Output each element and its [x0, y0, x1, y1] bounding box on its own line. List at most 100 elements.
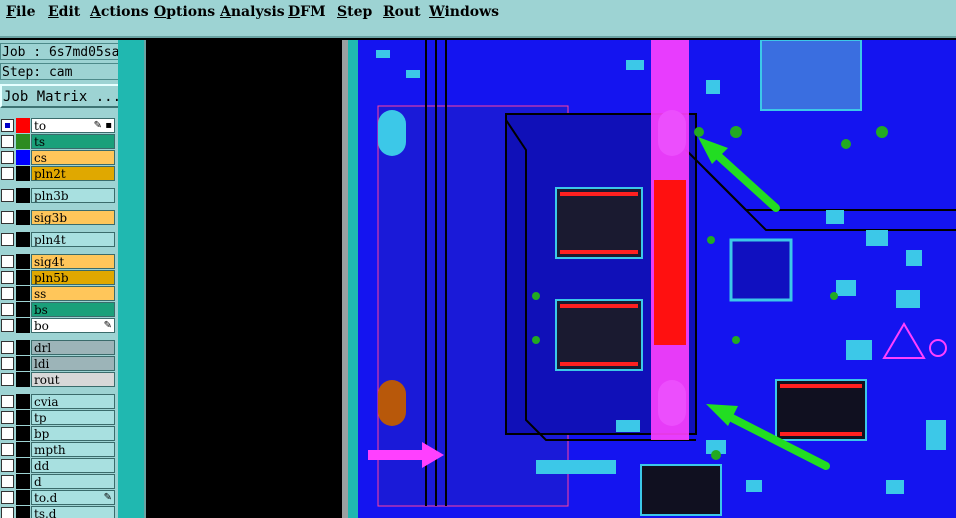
layer-name-label[interactable]: ldi: [31, 356, 115, 371]
layer-checkbox[interactable]: [1, 211, 14, 224]
layer-row-tp[interactable]: tp: [0, 410, 116, 425]
layer-color-swatch[interactable]: [16, 318, 30, 333]
layer-row-mpth[interactable]: mpth: [0, 442, 116, 457]
layer-color-swatch[interactable]: [16, 490, 30, 505]
menu-rout[interactable]: Rout: [381, 3, 423, 23]
layer-row-pln3b[interactable]: pln3b: [0, 188, 116, 203]
layer-row-bs[interactable]: bs: [0, 302, 116, 317]
layer-name-label[interactable]: bp: [31, 426, 115, 441]
layer-name-label[interactable]: to ✎ ▪: [31, 118, 115, 133]
layer-checkbox[interactable]: [1, 233, 14, 246]
layer-name-label[interactable]: mpth: [31, 442, 115, 457]
layer-color-swatch[interactable]: [16, 118, 30, 133]
layer-name-label[interactable]: sig3b: [31, 210, 115, 225]
layer-row-pln2t[interactable]: pln2t: [0, 166, 116, 181]
layer-name-label[interactable]: bo ✎: [31, 318, 115, 333]
menu-actions[interactable]: Actions: [88, 3, 151, 23]
layer-checkbox[interactable]: [1, 119, 14, 132]
layer-name-label[interactable]: cs: [31, 150, 115, 165]
menu-windows[interactable]: Windows: [427, 3, 501, 23]
layer-row-rout[interactable]: rout: [0, 372, 116, 387]
layer-name-label[interactable]: sig4t: [31, 254, 115, 269]
layer-color-swatch[interactable]: [16, 232, 30, 247]
layer-row-cs[interactable]: cs: [0, 150, 116, 165]
layer-color-swatch[interactable]: [16, 356, 30, 371]
layer-name-label[interactable]: drl: [31, 340, 115, 355]
layer-checkbox[interactable]: [1, 411, 14, 424]
layer-name-label[interactable]: bs: [31, 302, 115, 317]
layer-name-label[interactable]: cvia: [31, 394, 115, 409]
layer-name-label[interactable]: pln5b: [31, 270, 115, 285]
layer-name-label[interactable]: ss: [31, 286, 115, 301]
layer-checkbox[interactable]: [1, 459, 14, 472]
menu-options[interactable]: Options: [152, 3, 217, 23]
layer-row-sig3b[interactable]: sig3b: [0, 210, 116, 225]
layer-color-swatch[interactable]: [16, 270, 30, 285]
layer-name-label[interactable]: to.d ✎: [31, 490, 115, 505]
layer-checkbox[interactable]: [1, 395, 14, 408]
layer-color-swatch[interactable]: [16, 302, 30, 317]
layer-row-ldi[interactable]: ldi: [0, 356, 116, 371]
layer-row-ts[interactable]: ts: [0, 134, 116, 149]
layer-name-label[interactable]: ts: [31, 134, 115, 149]
layer-checkbox[interactable]: [1, 507, 14, 518]
layer-checkbox[interactable]: [1, 167, 14, 180]
layer-row-bo[interactable]: bo ✎: [0, 318, 116, 333]
layer-name-label[interactable]: rout: [31, 372, 115, 387]
layer-name-label[interactable]: d: [31, 474, 115, 489]
layer-color-swatch[interactable]: [16, 410, 30, 425]
layer-color-swatch[interactable]: [16, 372, 30, 387]
layer-name-label[interactable]: pln2t: [31, 166, 115, 181]
menu-edit[interactable]: Edit: [46, 3, 82, 23]
layer-row-to-d[interactable]: to.d ✎: [0, 490, 116, 505]
layer-color-swatch[interactable]: [16, 442, 30, 457]
layer-row-ts-d[interactable]: ts.d: [0, 506, 116, 518]
layer-name-label[interactable]: dd: [31, 458, 115, 473]
layer-name-label[interactable]: tp: [31, 410, 115, 425]
layer-color-swatch[interactable]: [16, 474, 30, 489]
menu-analysis[interactable]: Analysis: [218, 3, 287, 23]
layer-row-drl[interactable]: drl: [0, 340, 116, 355]
layer-checkbox[interactable]: [1, 427, 14, 440]
layer-color-swatch[interactable]: [16, 134, 30, 149]
layer-checkbox[interactable]: [1, 341, 14, 354]
layer-color-swatch[interactable]: [16, 506, 30, 518]
layer-row-bp[interactable]: bp: [0, 426, 116, 441]
layer-checkbox[interactable]: [1, 135, 14, 148]
layer-checkbox[interactable]: [1, 287, 14, 300]
menu-file[interactable]: File: [4, 3, 38, 23]
layer-row-pln5b[interactable]: pln5b: [0, 270, 116, 285]
layer-checkbox[interactable]: [1, 151, 14, 164]
layer-row-pln4t[interactable]: pln4t: [0, 232, 116, 247]
layer-checkbox[interactable]: [1, 491, 14, 504]
layer-checkbox[interactable]: [1, 373, 14, 386]
menu-step[interactable]: Step: [335, 3, 374, 23]
layer-row-sig4t[interactable]: sig4t: [0, 254, 116, 269]
panel-splitter[interactable]: [118, 40, 144, 518]
layer-color-swatch[interactable]: [16, 150, 30, 165]
layer-checkbox[interactable]: [1, 189, 14, 202]
layer-checkbox[interactable]: [1, 357, 14, 370]
layer-color-swatch[interactable]: [16, 458, 30, 473]
layer-color-swatch[interactable]: [16, 286, 30, 301]
layer-color-swatch[interactable]: [16, 210, 30, 225]
layer-row-ss[interactable]: ss: [0, 286, 116, 301]
layer-color-swatch[interactable]: [16, 394, 30, 409]
layer-name-label[interactable]: pln4t: [31, 232, 115, 247]
layer-color-swatch[interactable]: [16, 188, 30, 203]
layer-checkbox[interactable]: [1, 255, 14, 268]
layer-checkbox[interactable]: [1, 319, 14, 332]
layer-row-cvia[interactable]: cvia: [0, 394, 116, 409]
layer-checkbox[interactable]: [1, 303, 14, 316]
layer-color-swatch[interactable]: [16, 254, 30, 269]
layer-checkbox[interactable]: [1, 271, 14, 284]
layer-row-dd[interactable]: dd: [0, 458, 116, 473]
pcb-board-view[interactable]: [146, 40, 956, 518]
layer-color-swatch[interactable]: [16, 426, 30, 441]
layer-color-swatch[interactable]: [16, 166, 30, 181]
layer-name-label[interactable]: ts.d: [31, 506, 115, 518]
layer-row-to[interactable]: to ✎ ▪: [0, 118, 116, 133]
layer-row-d[interactable]: d: [0, 474, 116, 489]
menu-dfm[interactable]: DFM: [286, 3, 328, 23]
layer-checkbox[interactable]: [1, 443, 14, 456]
